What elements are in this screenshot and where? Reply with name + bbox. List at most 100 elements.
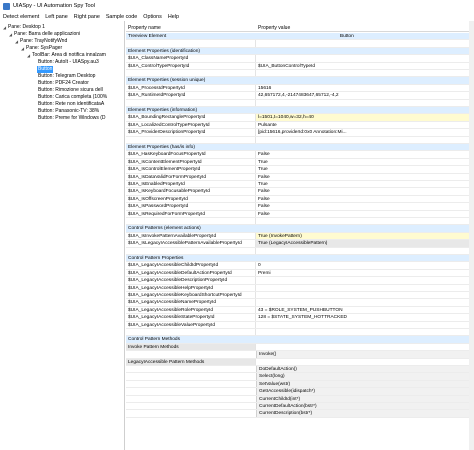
property-name-cell: $UIA_ControlTypePropertyId [126, 62, 256, 69]
menu-sample-code[interactable]: Sample code [106, 14, 137, 20]
property-row[interactable]: Invoke Pattern Methods [126, 343, 470, 352]
property-value-cell: True [258, 159, 268, 165]
property-row[interactable] [126, 329, 470, 337]
method-row[interactable]: CurrentDescription(bstr*) [126, 410, 470, 418]
tree-node[interactable]: Button: Carica completa (100% [32, 94, 108, 101]
tree-node[interactable]: ◢ ToolBar: Area di notifica innalzam [26, 52, 107, 59]
property-row[interactable]: $UIA_IsKeyboardFocusablePropertyId False [126, 188, 470, 196]
property-row[interactable]: $UIA_IsPasswordPropertyId False [126, 203, 470, 211]
property-row[interactable]: Treeview Element Button [126, 33, 470, 41]
menu-right-pane[interactable]: Right pane [74, 14, 100, 20]
header-property-value[interactable]: Property value [256, 24, 470, 31]
method-button[interactable]: CurrentDescription(bstr*) [256, 410, 470, 417]
element-tree[interactable]: ◢ Pane: Desktop 1 ◢ Pane: Barra delle appli… [0, 21, 125, 450]
method-row[interactable]: Select(long) [126, 373, 470, 381]
property-row[interactable]: $UIA_IsInvokePatternAvailablePropertyId T… [126, 232, 470, 241]
method-row[interactable]: SetValue(wstr) [126, 380, 470, 389]
property-row[interactable]: $UIA_LocalizedControlTypePropertyId Pulsa… [126, 121, 470, 130]
property-row[interactable]: $UIA_LegacyIAccessibleDescriptionPropert… [126, 277, 470, 285]
tree-node[interactable]: ◢ Pane: SysPager [20, 45, 63, 52]
property-row[interactable]: $UIA_ProcessIdPropertyId 15616 [126, 84, 470, 93]
property-name-cell: $UIA_ClassNamePropertyId [126, 55, 256, 62]
property-row[interactable]: $UIA_IsControlElementPropertyId True [126, 166, 470, 174]
property-value-cell [256, 100, 470, 106]
property-row[interactable] [126, 40, 470, 48]
section-header-row[interactable]: Control Patterns (element actions) [126, 225, 470, 233]
tree-node[interactable]: Button: Rete non identificataA [32, 101, 105, 108]
menu-left-pane[interactable]: Left pane [45, 14, 67, 20]
method-row[interactable]: CurrentChildId(int*) [126, 395, 470, 403]
property-row[interactable] [126, 218, 470, 226]
section-header-row[interactable]: Element Properties (identification) [126, 47, 470, 56]
property-value-cell [256, 137, 470, 143]
property-name-cell: $UIA_IsOffscreenPropertyId [126, 195, 256, 203]
tree-node[interactable]: Button: Preme for Windows (D [32, 115, 107, 122]
tree-node[interactable]: ◢ Pane: TrayNotifyWnd [14, 38, 68, 45]
method-row[interactable]: CurrentDefaultAction(bstr*) [126, 403, 470, 411]
property-value-cell: False [258, 204, 270, 210]
tree-node[interactable]: Button: PDF24 Creator [32, 80, 90, 87]
property-row[interactable]: $UIA_IsLegacyIAccessiblePatternAvailable… [126, 240, 470, 248]
section-header-row[interactable]: Control Pattern Properties [126, 255, 470, 263]
property-row[interactable] [126, 70, 470, 78]
property-row[interactable]: LegacyIAccessible Pattern Methods [126, 358, 470, 366]
grid-header: Property name Property value [126, 24, 470, 32]
property-row[interactable]: $UIA_HasKeyboardFocusPropertyId False [126, 151, 470, 159]
property-row[interactable]: $UIA_IsRequiredForFormPropertyId False [126, 210, 470, 218]
property-row[interactable]: $UIA_LegacyIAccessibleStatePropertyId 128… [126, 314, 470, 322]
section-header-row[interactable]: Control Pattern Methods [126, 336, 470, 344]
section-header-row[interactable]: Element Properties (has/is info) [126, 144, 470, 152]
vertical-scrollbar[interactable] [469, 21, 474, 450]
tree-node[interactable]: Button [32, 66, 54, 73]
method-button[interactable]: GetIAccessible(idispatch*) [256, 388, 470, 395]
property-row[interactable]: $UIA_BoundingRectanglePropertyId l=1501,t… [126, 114, 470, 122]
property-row[interactable]: $UIA_LegacyIAccessibleHelpPropertyId [126, 284, 470, 292]
property-value-cell: False [258, 152, 270, 158]
method-button[interactable]: SetValue(wstr) [256, 380, 470, 388]
menu-options[interactable]: Options [143, 14, 162, 20]
method-button[interactable]: DoDefaultAction() [256, 366, 470, 373]
property-name-cell: $UIA_LegacyIAccessibleRolePropertyId [126, 306, 256, 314]
method-button[interactable]: CurrentChildId(int*) [256, 395, 470, 402]
method-button[interactable]: Select(long) [256, 373, 470, 380]
property-row[interactable] [126, 99, 470, 107]
property-row[interactable]: $UIA_IsOffscreenPropertyId False [126, 195, 470, 204]
property-row[interactable]: $UIA_IsContentElementPropertyId True [126, 158, 470, 167]
tree-node[interactable]: ◢ Pane: Desktop 1 [2, 24, 46, 31]
tree-node-label: Button: Panasonic-TV: 38% [38, 108, 100, 114]
menu-help[interactable]: Help [168, 14, 179, 20]
property-row[interactable] [126, 136, 470, 144]
method-row[interactable]: DoDefaultAction() [126, 366, 470, 374]
property-row[interactable]: $UIA_LegacyIAccessibleChildIdPropertyId 0 [126, 262, 470, 270]
tree-node[interactable]: Button: AutoIt - UIASpy.au3 [32, 59, 100, 66]
property-row[interactable]: $UIA_IsEnabledPropertyId True [126, 181, 470, 189]
property-row[interactable]: $UIA_ProviderDescriptionPropertyId [pid:1… [126, 129, 470, 137]
property-row[interactable] [126, 247, 470, 255]
header-property-name[interactable]: Property name [126, 24, 256, 31]
tree-node-label: Pane: TrayNotifyWnd [20, 38, 68, 44]
property-row[interactable]: $UIA_IsDataValidForFormPropertyId False [126, 173, 470, 181]
property-value-cell [256, 344, 470, 350]
tree-node[interactable]: ◢ Pane: Barra delle applicazioni [8, 31, 81, 38]
method-button[interactable]: Invoke() [256, 351, 470, 358]
method-row[interactable]: Invoke() [126, 351, 470, 359]
menu-detect-element[interactable]: Detect element [3, 14, 39, 20]
property-name-cell: $UIA_IsKeyboardFocusablePropertyId [126, 188, 256, 195]
property-row[interactable]: $UIA_LegacyIAccessibleKeyboardShortcutPr… [126, 292, 470, 300]
tree-node[interactable]: Button: Telegram Desktop [32, 73, 96, 80]
property-row[interactable]: $UIA_LegacyIAccessibleDefaultActionPrope… [126, 269, 470, 278]
method-button[interactable]: CurrentDefaultAction(bstr*) [256, 403, 470, 410]
tree-node[interactable]: Button: Rimozione sicura dell [32, 87, 104, 94]
property-grid: Property name Property value Treeview El… [126, 21, 470, 450]
property-row[interactable]: $UIA_ClassNamePropertyId [126, 55, 470, 63]
property-row[interactable]: $UIA_RuntimeIdPropertyId 42,657172,4,-214… [126, 92, 470, 100]
property-row[interactable]: $UIA_LegacyIAccessibleValuePropertyId [126, 321, 470, 329]
property-row[interactable]: $UIA_LegacyIAccessibleRolePropertyId 43 =… [126, 306, 470, 315]
tree-node[interactable]: Button: Panasonic-TV: 38% [32, 108, 100, 115]
property-row[interactable]: $UIA_ControlTypePropertyId $UIA_ButtonCon… [126, 62, 470, 70]
property-row[interactable]: $UIA_LegacyIAccessibleNamePropertyId [126, 299, 470, 307]
section-header-row[interactable]: Element Properties (session unique) [126, 77, 470, 85]
method-row[interactable]: GetIAccessible(idispatch*) [126, 388, 470, 396]
property-name-cell: Invoke Pattern Methods [126, 343, 256, 351]
section-header-row[interactable]: Element Properties (information) [126, 107, 470, 115]
